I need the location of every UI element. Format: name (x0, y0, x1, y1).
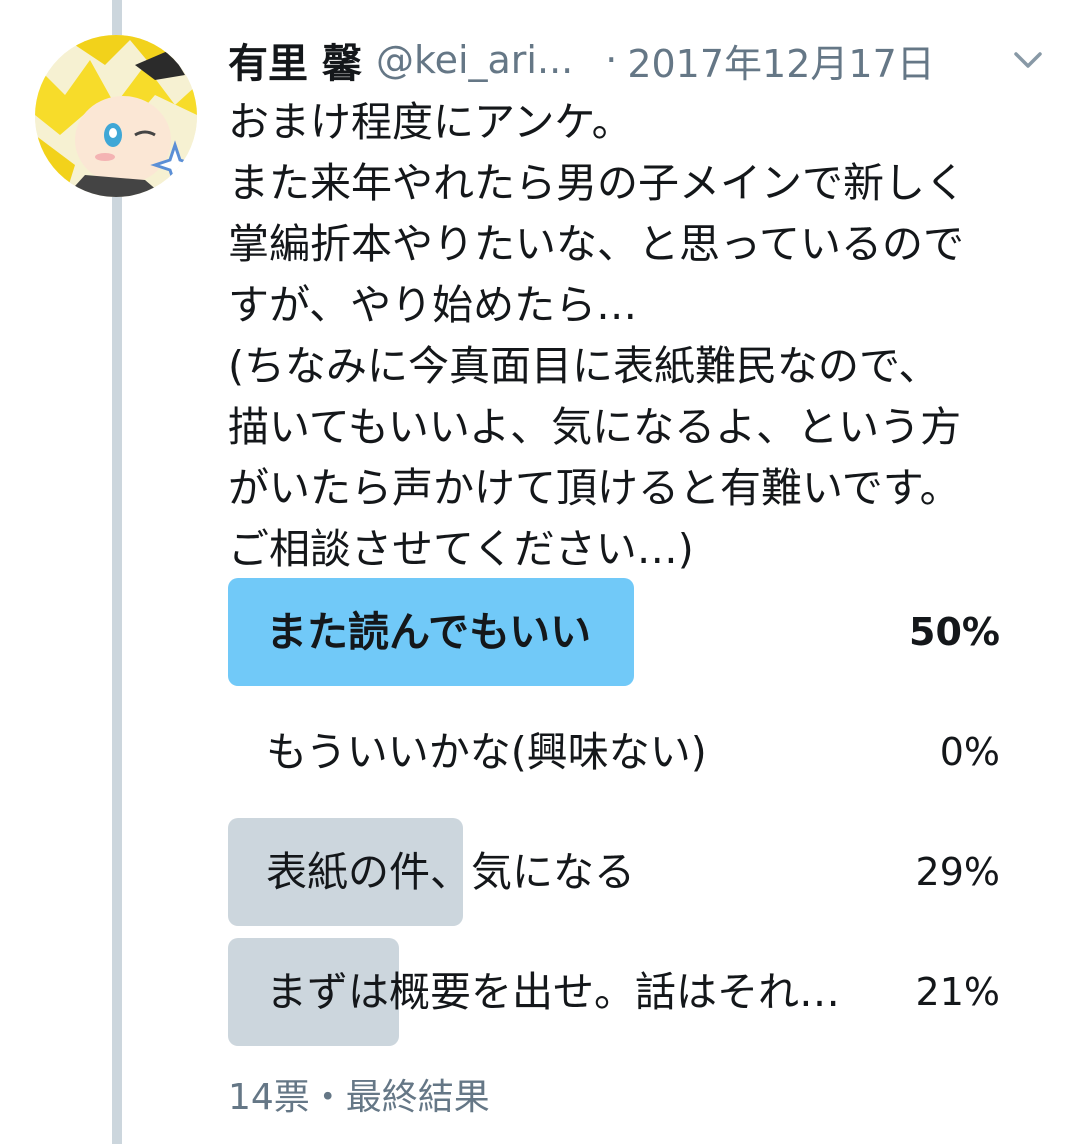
avatar[interactable] (35, 35, 197, 197)
tweet-text-line: がいたら声かけて頂けると有難いです。 (228, 464, 961, 512)
tweet-text-line: (ちなみに今真面目に表紙難民なので、 (228, 342, 940, 390)
tweet-text-line: ご相談させてください…) (228, 525, 694, 573)
poll-option-label: また読んでもいい (266, 608, 592, 656)
separator-dot: · (605, 38, 618, 82)
tweet-text: おまけ程度にアンケ。 また来年やれたら男の子メインで新しく 掌編折本やりたいな、… (228, 92, 1058, 580)
display-name[interactable]: 有里 馨 (228, 31, 362, 89)
tweet-text-line: また来年やれたら男の子メインで新しく (228, 159, 966, 207)
poll-option-percent: 21% (915, 970, 1000, 1014)
poll-option[interactable]: まずは概要を出せ。話はそれ… 21% (228, 938, 1008, 1046)
chevron-down-icon[interactable] (1004, 40, 1052, 80)
poll-option-percent: 0% (939, 730, 1000, 774)
poll-option-percent: 29% (915, 850, 1000, 894)
poll-option-label: まずは概要を出せ。話はそれ… (266, 968, 840, 1016)
avatar-image (35, 35, 197, 197)
user-handle[interactable]: @kei_ari... (376, 38, 573, 82)
poll-option[interactable]: 表紙の件、気になる 29% (228, 818, 1008, 926)
poll-option-label: もういいかな(興味ない) (266, 728, 707, 776)
poll: また読んでもいい 50% もういいかな(興味ない) 0% 表紙の件、気になる 2… (228, 578, 1008, 1058)
tweet-header: 有里 馨 @kei_ari... · 2017年12月17日 (228, 28, 1048, 92)
poll-option-percent: 50% (909, 610, 1000, 654)
tweet-text-line: おまけ程度にアンケ。 (228, 98, 633, 146)
poll-option[interactable]: また読んでもいい 50% (228, 578, 1008, 686)
poll-summary: 14票・最終結果 (228, 1077, 490, 1118)
poll-option-label: 表紙の件、気になる (266, 848, 635, 896)
poll-option[interactable]: もういいかな(興味ない) 0% (228, 698, 1008, 806)
tweet-date[interactable]: 2017年12月17日 (627, 33, 934, 88)
tweet-text-line: 掌編折本やりたいな、と思っているので (228, 220, 964, 268)
tweet-text-line: 描いてもいいよ、気になるよ、という方 (228, 403, 962, 451)
tweet-text-line: すが、やり始めたら… (228, 281, 638, 329)
